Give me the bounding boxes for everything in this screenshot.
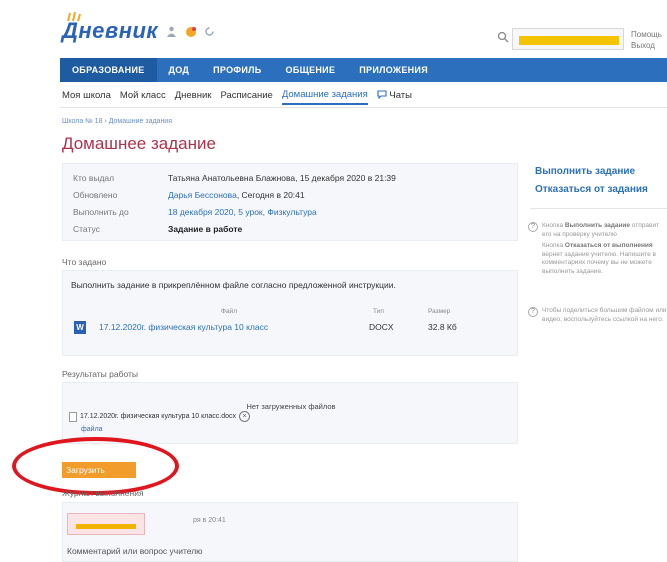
redacted-author: [67, 513, 145, 535]
file-row[interactable]: W 17.12.2020г. физическая культура 10 кл…: [71, 320, 511, 336]
updated-time: , Сегодня в 20:41: [236, 190, 305, 200]
task-description: Выполнить задание в прикреплённом файле …: [71, 280, 396, 290]
breadcrumb: Школа № 18 › Домашние задания: [62, 118, 172, 125]
col-file: Файл: [221, 308, 237, 315]
status-badge: Задание в работе: [168, 224, 243, 234]
help-link[interactable]: Помощь: [631, 29, 662, 40]
subnav-chats[interactable]: Чаты: [377, 90, 412, 104]
updated-by-link[interactable]: Дарья Бессонова: [168, 190, 237, 200]
updated-label: Обновлено: [73, 190, 118, 200]
chat-icon: [377, 90, 387, 100]
hint-share-text: Чтобы поделиться большим файлом или виде…: [542, 307, 667, 323]
uploaded-file-name: 17.12.2020г. физическая культура 10 клас…: [80, 413, 236, 420]
sub-nav: Моя школа Мой класс Дневник Расписание Д…: [62, 89, 421, 105]
journal-section-label: Журнал выполнения: [62, 488, 144, 498]
subnav-homework[interactable]: Домашние задания: [281, 89, 368, 105]
nav-apps[interactable]: ПРИЛОЖЕНИЯ: [347, 58, 440, 82]
top-bar: Дневник Помощь Выход: [0, 0, 667, 58]
notification-icon[interactable]: [184, 25, 197, 38]
file-icon: [69, 411, 77, 422]
nav-communication[interactable]: ОБЩЕНИЕ: [274, 58, 348, 82]
journal-date: ря в 20:41: [193, 517, 226, 524]
subnav-chats-label: Чаты: [389, 90, 412, 101]
user-profile-box[interactable]: [512, 28, 624, 50]
file-name-link[interactable]: 17.12.2020г. физическая культура 10 клас…: [99, 322, 268, 332]
top-icons: [165, 25, 216, 38]
attach-file-link[interactable]: файла: [81, 426, 103, 433]
issued-by-value: Татьяна Анатольевна Блажнова, 15 декабря…: [168, 173, 396, 183]
info-row-issued: Кто выдал Татьяна Анатольевна Блажнова, …: [73, 173, 513, 183]
issued-by-label: Кто выдал: [73, 173, 115, 183]
nav-profile[interactable]: ПРОФИЛЬ: [201, 58, 273, 82]
journal-box: ря в 20:41 Комментарий или вопрос учител…: [62, 502, 518, 562]
no-files-text: Нет загруженных файлов: [246, 402, 336, 411]
results-box: Нет загруженных файлов 17.12.2020г. физи…: [62, 382, 518, 444]
hint-complete: ? Кнопка Выполнить задание отправит его …: [528, 222, 667, 276]
subnav-my-class[interactable]: Мой класс: [120, 90, 166, 104]
redacted-username: [519, 36, 619, 45]
homework-info-panel: Кто выдал Татьяна Анатольевна Блажнова, …: [62, 163, 518, 241]
info-row-due: Выполнить до 18 декабря 2020, 5 урок, Фи…: [73, 207, 513, 217]
refresh-icon[interactable]: [203, 25, 216, 38]
help-icon: ?: [528, 222, 538, 232]
breadcrumb-current[interactable]: Домашние задания: [109, 118, 172, 125]
subnav-schedule[interactable]: Расписание: [220, 90, 272, 104]
breadcrumb-school[interactable]: Школа № 18: [62, 118, 102, 125]
remove-file-icon[interactable]: ×: [239, 411, 250, 422]
info-row-updated: Обновлено Дарья Бессонова, Сегодня в 20:…: [73, 190, 513, 200]
help-icon: ?: [528, 307, 538, 317]
comment-label: Комментарий или вопрос учителю: [67, 546, 203, 556]
person-icon[interactable]: [165, 25, 178, 38]
sidebar-divider: [530, 208, 667, 209]
subnav-divider: [60, 107, 667, 108]
results-section-label: Результаты работы: [62, 369, 138, 379]
upload-button[interactable]: Загрузить: [62, 462, 136, 478]
word-file-icon: W: [74, 321, 86, 334]
file-size: 32.8 Кб: [428, 322, 457, 332]
due-value[interactable]: 18 декабря 2020, 5 урок, Физкультура: [168, 207, 317, 217]
complete-task-link[interactable]: Выполнить задание: [535, 163, 648, 181]
status-label: Статус: [73, 224, 100, 234]
subnav-my-school[interactable]: Моя школа: [62, 90, 111, 104]
breadcrumb-separator: ›: [104, 118, 107, 125]
main-nav: ОБРАЗОВАНИЕ ДОД ПРОФИЛЬ ОБЩЕНИЕ ПРИЛОЖЕН…: [60, 58, 667, 82]
info-row-status: Статус Задание в работе: [73, 224, 513, 234]
search-icon[interactable]: [497, 31, 509, 43]
logout-link[interactable]: Выход: [631, 40, 662, 51]
nav-dod[interactable]: ДОД: [157, 58, 202, 82]
refuse-task-link[interactable]: Отказаться от задания: [535, 181, 648, 199]
hint-share: ? Чтобы поделиться большим файлом или ви…: [528, 307, 667, 324]
col-type: Тип: [373, 308, 384, 315]
col-size: Размер: [428, 308, 451, 315]
page-title: Домашнее задание: [62, 134, 216, 153]
task-box: Выполнить задание в прикреплённом файле …: [62, 270, 518, 356]
sidebar-actions: Выполнить задание Отказаться от задания: [535, 163, 648, 199]
logo[interactable]: Дневник: [62, 18, 158, 44]
subnav-diary[interactable]: Дневник: [175, 90, 212, 104]
nav-education[interactable]: ОБРАЗОВАНИЕ: [60, 58, 157, 82]
help-links: Помощь Выход: [631, 29, 662, 51]
uploaded-file: 17.12.2020г. физическая культура 10 клас…: [69, 411, 250, 422]
task-section-label: Что задано: [62, 257, 107, 267]
due-label: Выполнить до: [73, 207, 129, 217]
file-type: DOCX: [369, 322, 394, 332]
